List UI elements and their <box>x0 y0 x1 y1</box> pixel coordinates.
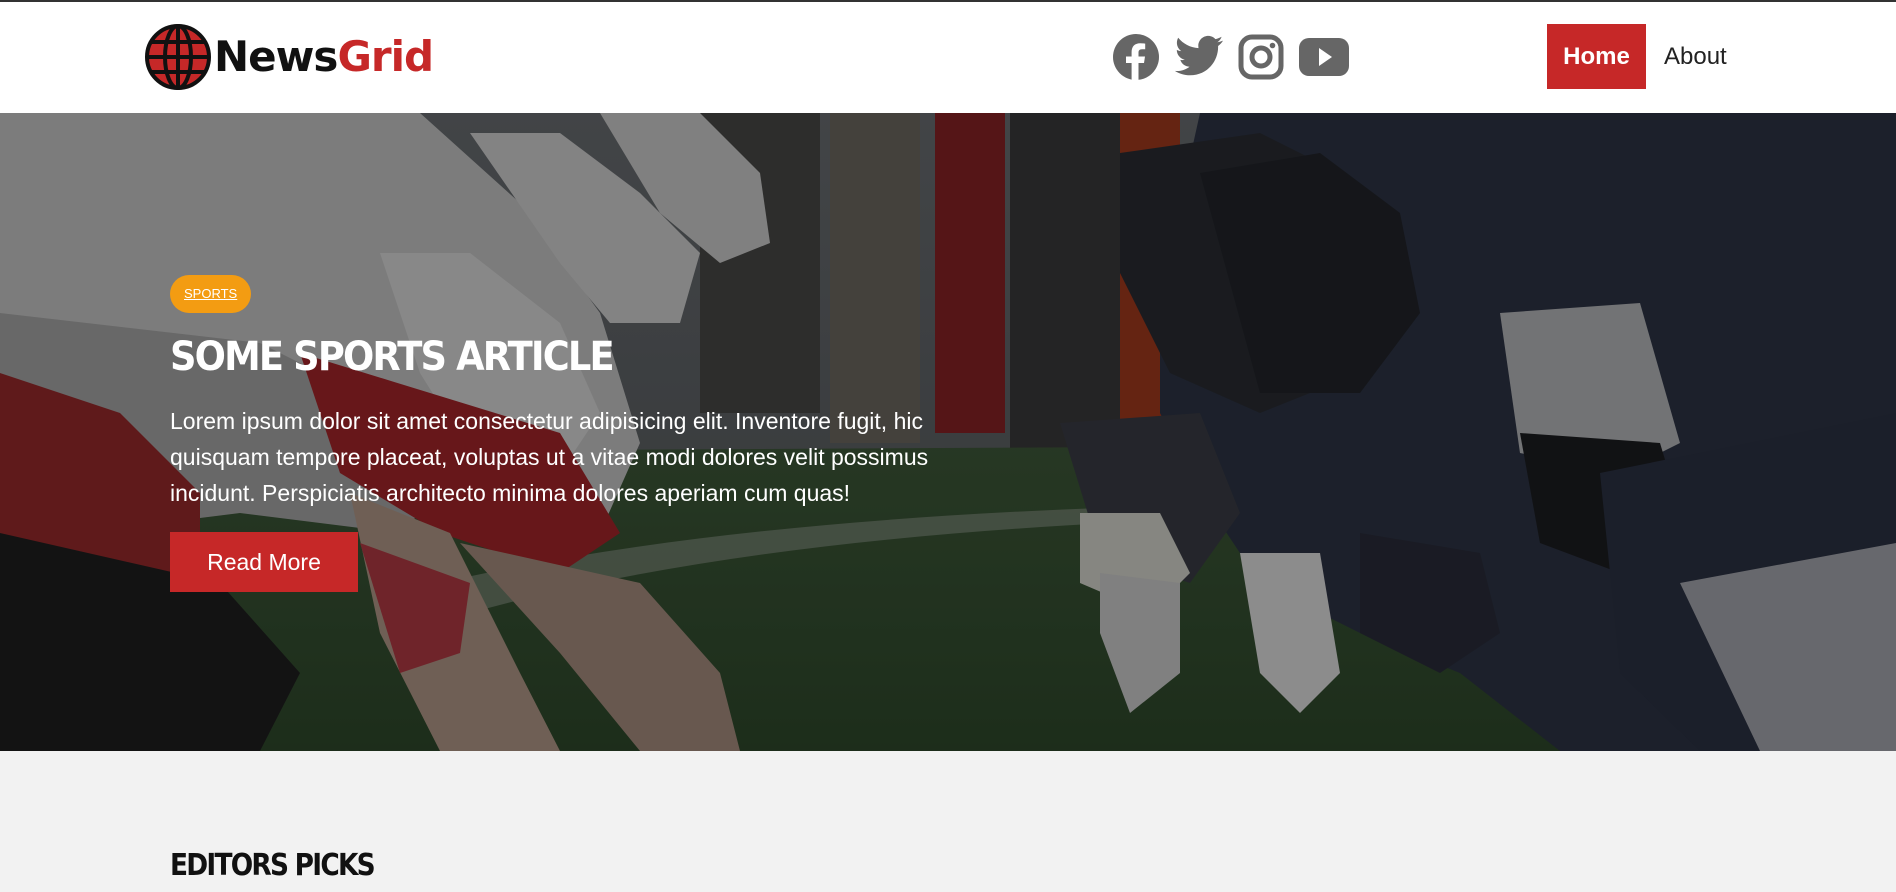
brand-name-part1: News <box>214 32 338 81</box>
read-more-button[interactable]: Read More <box>170 532 358 592</box>
youtube-link[interactable] <box>1298 36 1350 78</box>
social-links <box>1112 33 1364 81</box>
nav-about-link[interactable]: About <box>1664 24 1727 89</box>
twitter-icon <box>1174 35 1223 76</box>
main-nav: Home About <box>1547 24 1727 89</box>
hero-excerpt: Lorem ipsum dolor sit amet consectetur a… <box>170 408 929 506</box>
hero-banner: SPORTS Some Sports Article Lorem ipsum d… <box>0 113 1896 751</box>
instagram-link[interactable] <box>1238 34 1284 80</box>
brand-name-part2: Grid <box>337 32 434 81</box>
hero-content: SPORTS Some Sports Article Lorem ipsum d… <box>170 275 970 592</box>
instagram-icon <box>1238 34 1284 80</box>
youtube-icon <box>1299 38 1349 76</box>
nav-home-link[interactable]: Home <box>1547 24 1646 89</box>
twitter-link[interactable] <box>1174 35 1224 79</box>
facebook-icon <box>1113 34 1159 80</box>
logo-link[interactable]: NewsGrid <box>145 24 434 90</box>
brand-name: NewsGrid <box>214 36 434 78</box>
globe-logo-icon <box>145 24 211 90</box>
facebook-link[interactable] <box>1112 33 1160 81</box>
category-badge[interactable]: SPORTS <box>170 275 252 313</box>
navbar: NewsGrid Home About <box>0 2 1896 113</box>
section-title: Editors Picks <box>170 848 376 883</box>
hero-title: Some Sports Article <box>170 334 615 380</box>
